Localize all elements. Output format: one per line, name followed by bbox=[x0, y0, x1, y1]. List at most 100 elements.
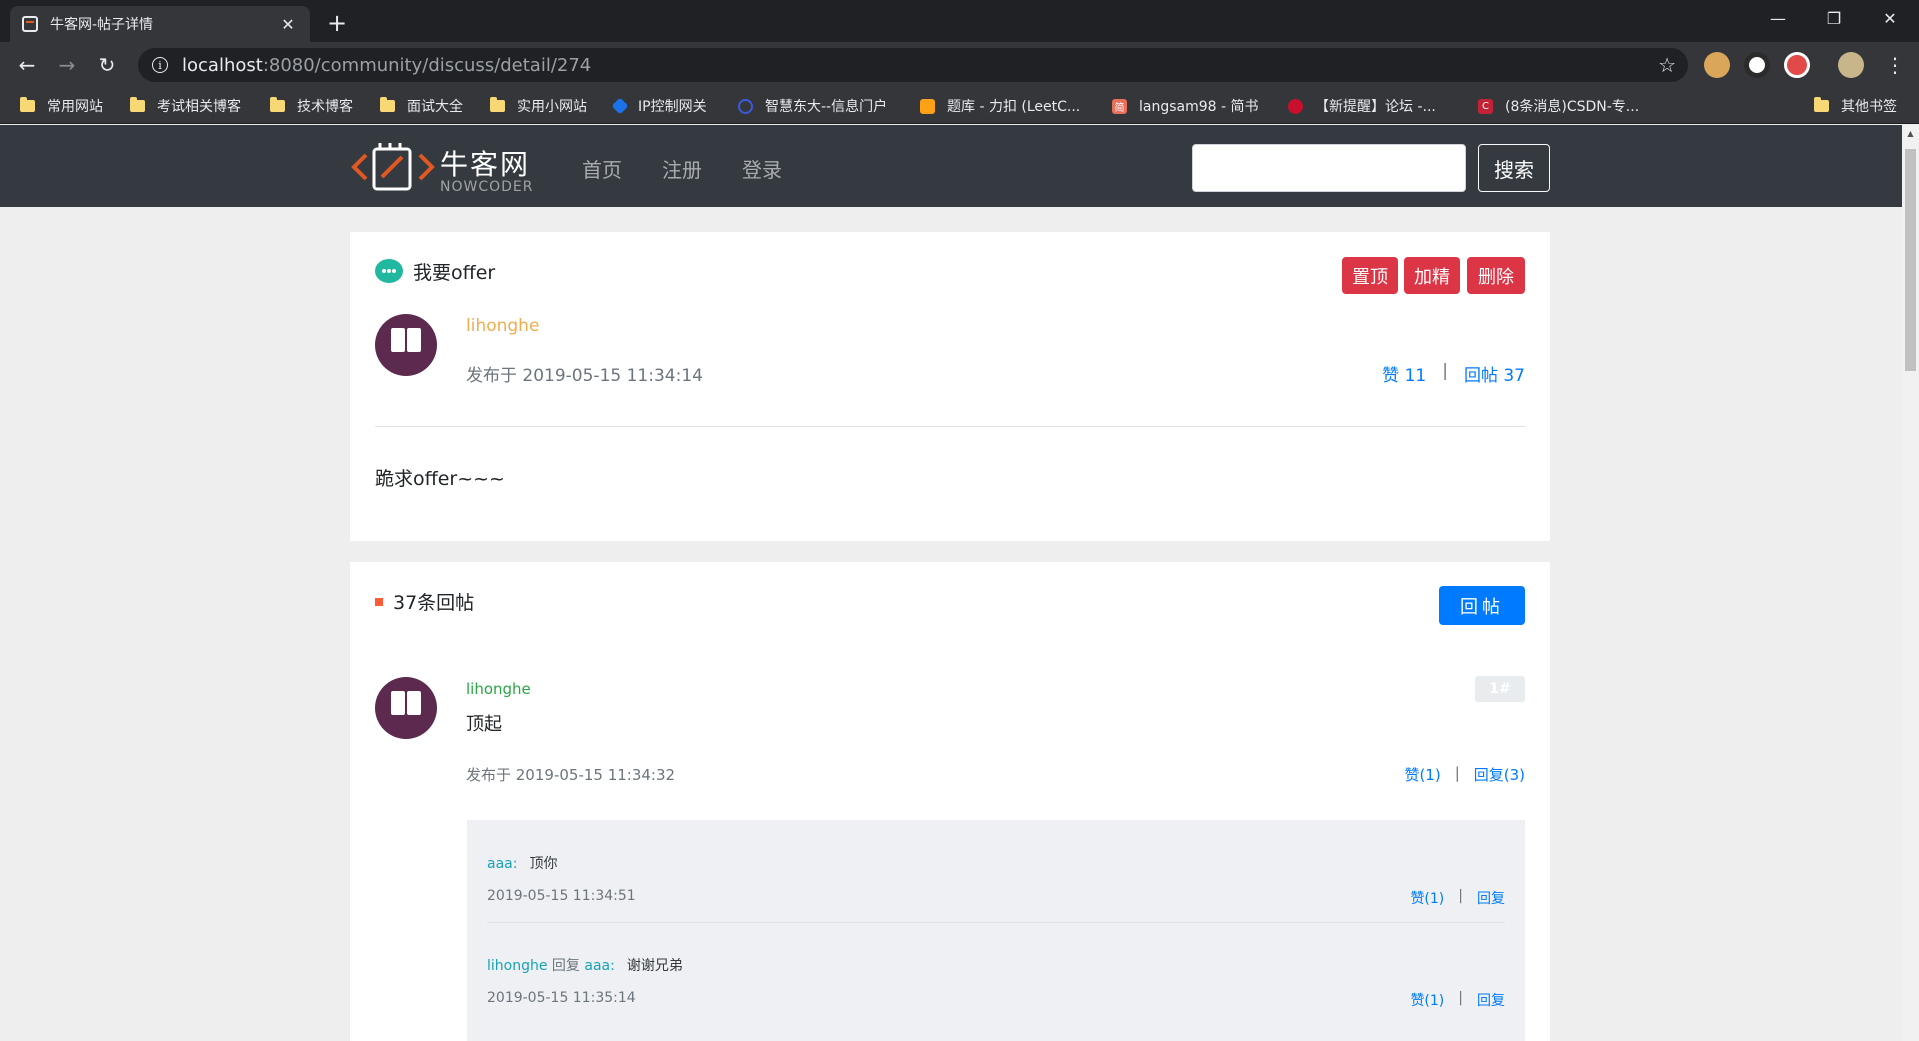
reload-button[interactable]: ↻ bbox=[92, 50, 122, 80]
back-button[interactable]: ← bbox=[12, 50, 42, 80]
csdn-icon: C bbox=[1478, 98, 1493, 114]
highlight-button[interactable]: 加精 bbox=[1404, 257, 1460, 294]
stats-separator: | bbox=[1458, 888, 1463, 904]
bookmark-link[interactable]: 【新提醒】论坛 -... bbox=[1288, 88, 1436, 124]
search-input[interactable] bbox=[1192, 144, 1466, 192]
bookmark-link[interactable]: 智慧东大--信息门户 bbox=[738, 88, 887, 124]
sub-reply-stats: 赞(1) | 回复 bbox=[1410, 888, 1505, 908]
bookmark-star-icon[interactable]: ☆ bbox=[1658, 53, 1676, 77]
sub-reply-line: aaa: 顶你 bbox=[487, 853, 557, 873]
comment-reply-link[interactable]: 回复(3) bbox=[1474, 764, 1525, 785]
forum-icon bbox=[1288, 98, 1303, 114]
comment-author-name[interactable]: lihonghe bbox=[466, 680, 531, 698]
nav-home-link[interactable]: 首页 bbox=[582, 154, 622, 183]
ghost-extension-icon[interactable] bbox=[1744, 52, 1770, 78]
folder-icon bbox=[130, 97, 145, 112]
post-like-link[interactable]: 赞 11 bbox=[1382, 361, 1426, 386]
logo-subtext: NOWCODER bbox=[440, 179, 534, 195]
window-restore-button[interactable]: ❐ bbox=[1806, 0, 1862, 36]
page-scrollbar[interactable]: ▲ bbox=[1902, 125, 1919, 1041]
sub-reply-divider bbox=[487, 922, 1505, 923]
chat-bubble-icon bbox=[375, 258, 405, 285]
profile-avatar-icon[interactable] bbox=[1838, 52, 1864, 78]
post-title-text: 我要offer bbox=[413, 262, 496, 284]
bookmark-folder[interactable]: 常用网站 bbox=[20, 88, 103, 124]
bookmark-folder[interactable]: 考试相关博客 bbox=[130, 88, 241, 124]
cookie-extension-icon[interactable] bbox=[1704, 52, 1730, 78]
post-author-name[interactable]: lihonghe bbox=[466, 316, 539, 336]
sub-reply-stats: 赞(1) | 回复 bbox=[1410, 990, 1505, 1010]
bookmark-link[interactable]: C (8条消息)CSDN-专... bbox=[1478, 88, 1639, 124]
stats-separator: | bbox=[1442, 361, 1448, 381]
site-header: 牛客网 NOWCODER 首页 注册 登录 搜索 bbox=[0, 125, 1902, 207]
post-card: 我要offer 置顶 加精 删除 lihonghe 发布于 2019-05-15… bbox=[350, 232, 1550, 541]
comment-content: 顶起 bbox=[466, 714, 502, 735]
sub-replies-box: aaa: 顶你 2019-05-15 11:34:51 赞(1) | 回复 lih… bbox=[467, 820, 1525, 1041]
sub-reply-reply-link[interactable]: 回复 bbox=[1477, 888, 1505, 908]
sub-reply-time: 2019-05-15 11:34:51 bbox=[487, 888, 636, 904]
pin-button[interactable]: 置顶 bbox=[1342, 257, 1398, 294]
window-minimize-button[interactable]: — bbox=[1750, 0, 1806, 36]
comment-time: 发布于 2019-05-15 11:34:32 bbox=[466, 766, 676, 784]
stats-separator: | bbox=[1458, 990, 1463, 1006]
bookmark-folder[interactable]: 面试大全 bbox=[380, 88, 463, 124]
address-bar[interactable]: i localhost:8080/community/discuss/detai… bbox=[138, 48, 1688, 82]
forward-button[interactable]: → bbox=[52, 50, 82, 80]
url-host: localhost bbox=[182, 54, 263, 76]
leetcode-icon bbox=[920, 98, 935, 114]
red-extension-icon[interactable] bbox=[1784, 52, 1810, 78]
floor-badge: 1# bbox=[1475, 676, 1525, 702]
reply-button[interactable]: 回帖 bbox=[1439, 586, 1525, 625]
bookmarks-bar: 常用网站 考试相关博客 技术博客 面试大全 实用小网站 IP控制网关 智慧东大-… bbox=[0, 88, 1919, 124]
jianshu-icon: 简 bbox=[1112, 98, 1127, 114]
bookmark-link[interactable]: 简 langsam98 - 简书 bbox=[1112, 88, 1259, 124]
sub-reply-like-link[interactable]: 赞(1) bbox=[1410, 990, 1444, 1010]
folder-icon bbox=[490, 97, 505, 112]
post-reply-count-link[interactable]: 回帖 37 bbox=[1464, 361, 1525, 386]
sub-reply-text: 谢谢兄弟 bbox=[626, 958, 683, 974]
tab-close-icon[interactable]: ✕ bbox=[278, 14, 298, 34]
replies-count-title: 37条回帖 bbox=[393, 592, 475, 614]
author-avatar[interactable] bbox=[375, 314, 437, 376]
browser-toolbar: ← → ↻ i localhost:8080/community/discuss… bbox=[0, 42, 1919, 88]
bookmark-folder-other[interactable]: 其他书签 bbox=[1814, 88, 1897, 124]
nav-register-link[interactable]: 注册 bbox=[662, 154, 702, 183]
comment-like-link[interactable]: 赞(1) bbox=[1404, 764, 1440, 785]
folder-icon bbox=[380, 97, 395, 112]
browser-tabstrip: 牛客网-帖子详情 ✕ + — ❐ ✕ bbox=[0, 0, 1919, 42]
post-content: 跪求offer~~~ bbox=[375, 468, 505, 490]
sub-reply-user[interactable]: aaa: bbox=[487, 856, 517, 872]
nowcoder-favicon-icon bbox=[22, 16, 38, 32]
delete-button[interactable]: 删除 bbox=[1467, 257, 1525, 294]
sub-reply-user[interactable]: lihonghe bbox=[487, 958, 547, 974]
search-button[interactable]: 搜索 bbox=[1478, 144, 1550, 192]
square-bullet-icon bbox=[375, 597, 383, 606]
comment-stats: 赞(1) | 回复(3) bbox=[1404, 764, 1525, 785]
c-icon bbox=[738, 98, 753, 114]
bookmark-folder[interactable]: 技术博客 bbox=[270, 88, 353, 124]
scrollbar-thumb[interactable] bbox=[1905, 149, 1916, 371]
bookmark-link[interactable]: IP控制网关 bbox=[611, 88, 707, 124]
comment-avatar[interactable] bbox=[375, 677, 437, 739]
post-publish-time: 发布于 2019-05-15 11:34:14 bbox=[466, 366, 703, 386]
sub-reply-like-link[interactable]: 赞(1) bbox=[1410, 888, 1444, 908]
replies-card: 37条回帖 回帖 lihonghe 1# 顶起 发布于 2019-05-15 1… bbox=[350, 562, 1550, 1041]
page-viewport: 牛客网 NOWCODER 首页 注册 登录 搜索 我要offer 置顶 加精 删… bbox=[0, 125, 1919, 1041]
post-divider bbox=[375, 426, 1525, 427]
sub-reply-reply-link[interactable]: 回复 bbox=[1477, 990, 1505, 1010]
stats-separator: | bbox=[1454, 764, 1460, 782]
info-icon[interactable]: i bbox=[152, 57, 168, 73]
scroll-up-arrow-icon[interactable]: ▲ bbox=[1902, 125, 1919, 142]
sub-reply-target[interactable]: aaa: bbox=[584, 958, 614, 974]
browser-menu-icon[interactable]: ⋮ bbox=[1880, 50, 1910, 80]
new-tab-button[interactable]: + bbox=[322, 8, 352, 38]
post-title: 我要offer bbox=[375, 258, 495, 285]
window-close-button[interactable]: ✕ bbox=[1862, 0, 1918, 36]
sub-reply-word: 回复 bbox=[547, 958, 585, 974]
nav-login-link[interactable]: 登录 bbox=[742, 154, 782, 183]
bookmark-folder[interactable]: 实用小网站 bbox=[490, 88, 587, 124]
bookmark-link[interactable]: 题库 - 力扣 (LeetC... bbox=[920, 88, 1080, 124]
browser-tab[interactable]: 牛客网-帖子详情 ✕ bbox=[10, 6, 310, 42]
post-stats: 赞 11 | 回帖 37 bbox=[1382, 361, 1525, 386]
sub-reply-text: 顶你 bbox=[529, 856, 558, 872]
